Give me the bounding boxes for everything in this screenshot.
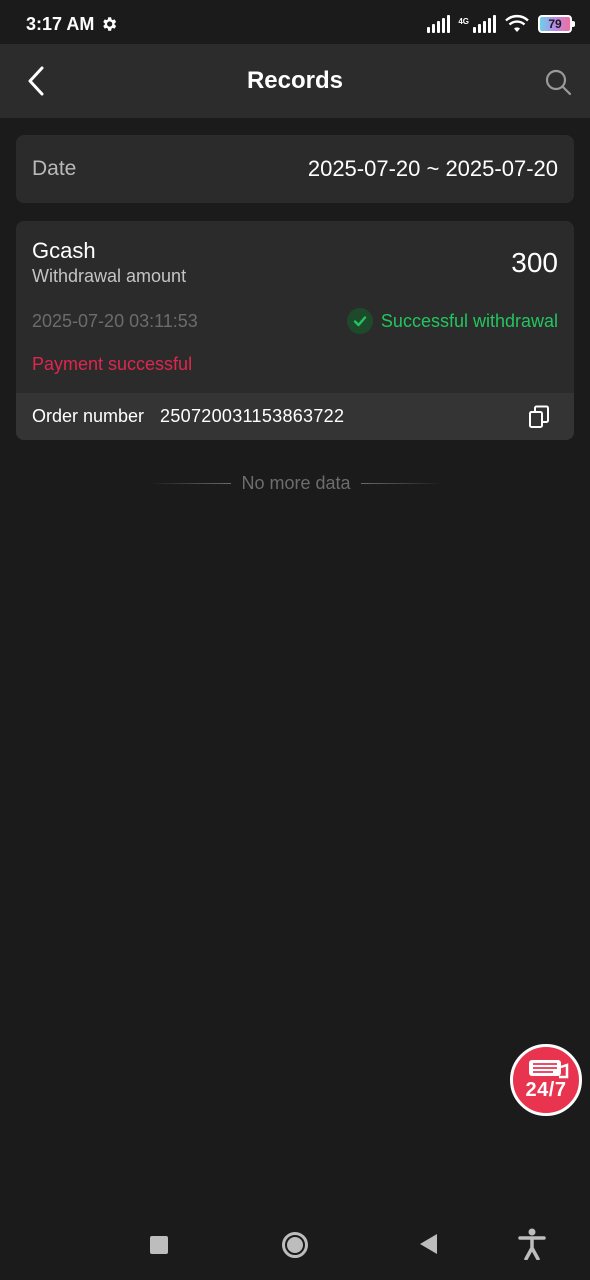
- copy-icon[interactable]: [528, 405, 550, 429]
- search-button[interactable]: [542, 66, 574, 98]
- status-right: 4G 79: [427, 14, 575, 34]
- battery-level: 79: [548, 17, 562, 31]
- chevron-left-icon: [28, 66, 44, 96]
- recents-button[interactable]: [150, 1236, 168, 1254]
- page-title: Records: [246, 67, 344, 94]
- system-nav-bar: [0, 1210, 590, 1280]
- order-number: 250720031153863722: [160, 406, 345, 426]
- status-text: Successful withdrawal: [380, 310, 558, 331]
- signal-4g-icon: [473, 15, 496, 33]
- home-icon: [287, 1237, 303, 1253]
- divider-left: [148, 482, 232, 484]
- network-type-label: 4G: [458, 17, 469, 26]
- status-badge: Successful withdrawal: [346, 308, 558, 334]
- status-time: 3:17 AM: [26, 13, 95, 34]
- battery-icon: 79: [538, 15, 575, 33]
- divider-right: [360, 482, 444, 484]
- date-label: Date: [32, 157, 77, 180]
- gear-icon: [103, 17, 117, 31]
- order-row: Order number 250720031153863722: [16, 393, 574, 440]
- order-label: Order number: [32, 406, 145, 426]
- record-time: 2025-07-20 03:11:53: [32, 311, 198, 331]
- nav-back-button[interactable]: [420, 1234, 437, 1254]
- payment-method: Gcash: [32, 238, 96, 263]
- date-filter[interactable]: Date 2025-07-20 ~ 2025-07-20: [16, 135, 574, 203]
- search-icon: [545, 69, 572, 96]
- record-type: Withdrawal amount: [32, 266, 187, 286]
- record-amount: 300: [511, 247, 558, 278]
- support-button[interactable]: 24/7: [510, 1044, 582, 1116]
- list-end-text: No more data: [241, 472, 351, 493]
- record-card: Gcash Withdrawal amount 300 2025-07-20 0…: [16, 221, 574, 440]
- app-header: Records: [0, 44, 590, 118]
- check-circle-icon: [346, 308, 373, 334]
- back-button[interactable]: [20, 64, 52, 98]
- support-label: 24/7: [525, 1078, 567, 1101]
- accessibility-icon[interactable]: [518, 1228, 546, 1260]
- home-button[interactable]: [282, 1232, 308, 1258]
- list-end-indicator: No more data: [148, 472, 444, 494]
- status-left: 3:17 AM: [26, 14, 118, 35]
- wifi-icon: [505, 14, 529, 32]
- payment-status: Payment successful: [32, 354, 193, 374]
- date-range-value[interactable]: 2025-07-20 ~ 2025-07-20: [308, 156, 558, 182]
- signal-icon: [427, 15, 451, 33]
- chat-support-icon: [529, 1059, 569, 1078]
- status-bar: 3:17 AM 4G 79: [0, 0, 590, 48]
